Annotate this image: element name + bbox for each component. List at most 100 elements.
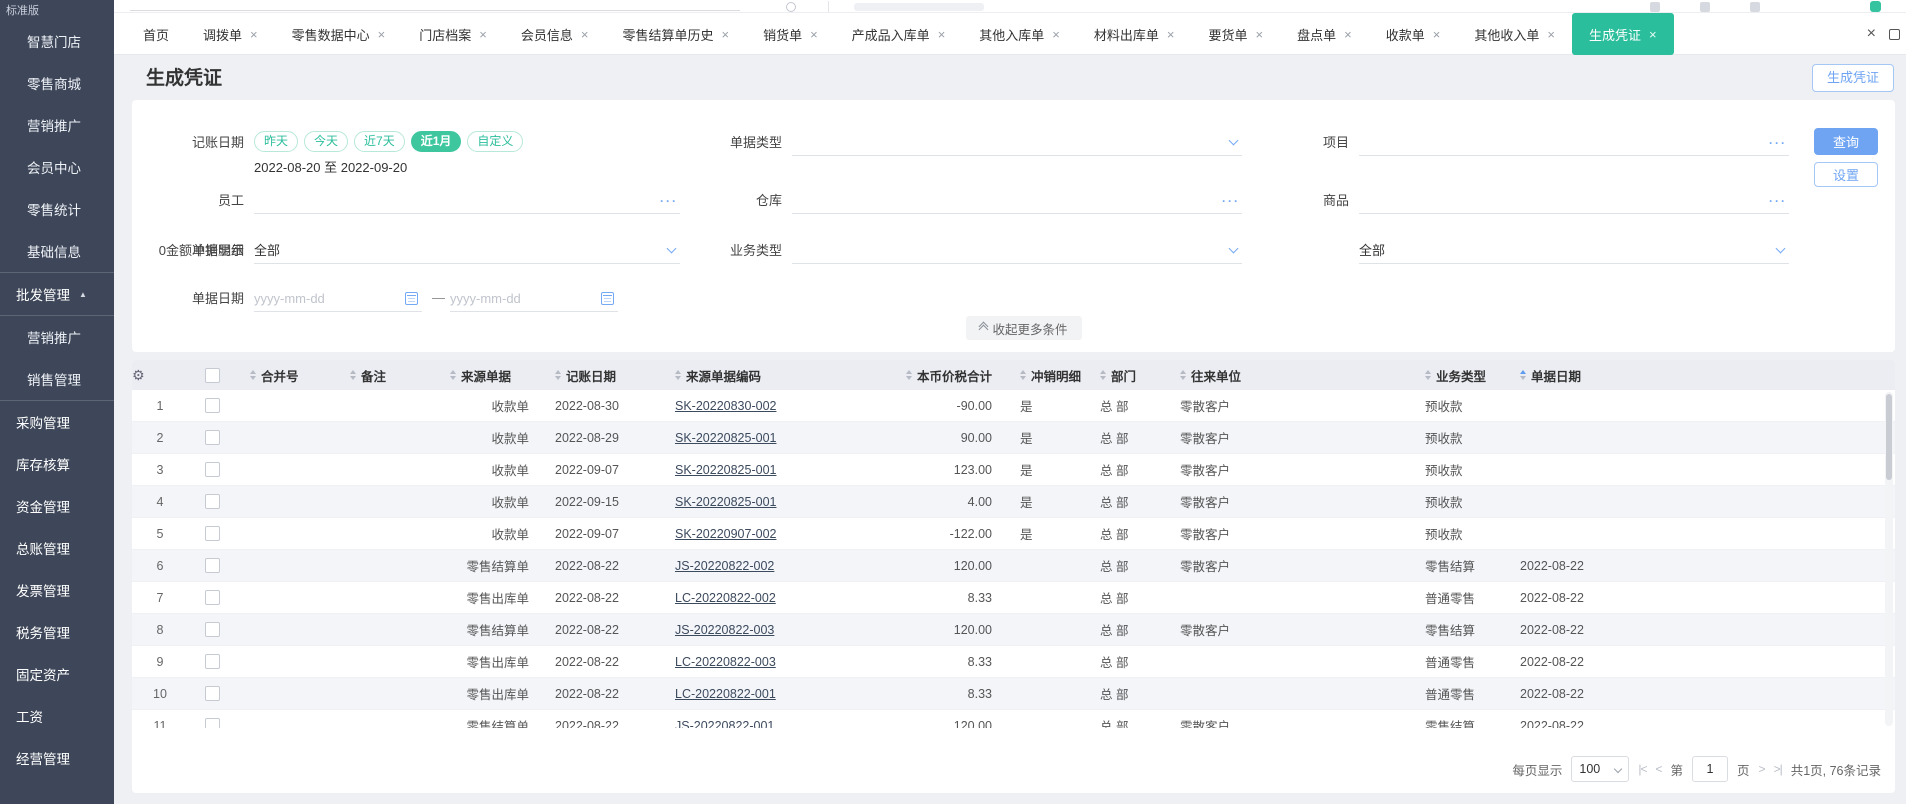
column-header-remark[interactable]: 备注 [336,366,436,385]
sidebar-item-15[interactable]: 税务管理 [0,611,114,653]
row-checkbox[interactable] [204,398,220,413]
row-checkbox[interactable] [204,686,220,701]
source-code-link[interactable]: SK-20220825-001 [675,495,776,509]
table-scrollbar[interactable] [1885,392,1893,726]
next-page-icon[interactable]: > [1759,762,1766,776]
source-code-link[interactable]: JS-20220822-003 [675,623,774,637]
column-header-partner[interactable]: 往来单位 [1166,366,1411,385]
tab-15[interactable]: 生成凭证 × [1571,13,1674,55]
sidebar-item-9[interactable]: 销售管理 [0,358,114,400]
last-page-icon[interactable]: >| [1774,762,1783,776]
tab-close-icon[interactable]: × [250,28,258,41]
zero-amount-select[interactable]: 全部 [1359,238,1789,264]
sort-icon[interactable] [1100,370,1106,380]
sort-icon[interactable] [1520,370,1526,380]
top-menu-fragment[interactable] [854,3,984,11]
column-header-source_code[interactable]: 来源单据编码 [661,366,846,385]
tab-6[interactable]: 零售结算单历史 × [605,13,746,55]
row-checkbox[interactable] [204,494,220,509]
tab-10[interactable]: 材料出库单 × [1077,13,1192,55]
close-all-tabs-icon[interactable]: × [1867,25,1876,43]
sidebar-item-2[interactable]: 零售商城 [0,62,114,104]
tab-close-icon[interactable]: × [1649,28,1657,41]
top-icon-1[interactable] [1650,2,1660,12]
tab-close-icon[interactable]: × [810,28,818,41]
tab-close-icon[interactable]: × [1547,28,1555,41]
sidebar-item-13[interactable]: 总账管理 [0,527,114,569]
sort-icon[interactable] [555,370,561,380]
date-range-pill[interactable]: 近1月 [410,131,462,152]
sidebar-item-1[interactable]: 智慧门店 [0,20,114,62]
tab-5[interactable]: 会员信息 × [504,13,606,55]
sidebar-item-11[interactable]: 库存核算 [0,443,114,485]
tab-close-icon[interactable]: × [721,28,729,41]
table-row[interactable]: 4 收款单 2022-09-15 SK-20220825-001 4.00 是 总 部 零散客… [132,486,1895,518]
date-range-pill[interactable]: 今天 [304,131,349,152]
fullscreen-icon[interactable] [1889,28,1900,40]
column-header-biz_type[interactable]: 业务类型 [1411,366,1506,385]
row-checkbox[interactable] [204,654,220,669]
doc-type-select[interactable] [792,130,1242,156]
employee-lookup[interactable]: ··· [254,188,680,214]
tab-close-icon[interactable]: × [938,28,946,41]
table-row[interactable]: 1 收款单 2022-08-30 SK-20220830-002 -90.00 是 总 部 零… [132,390,1895,422]
sort-icon[interactable] [350,370,356,380]
tab-close-icon[interactable]: × [1433,28,1441,41]
date-range-pill[interactable]: 昨天 [254,131,299,152]
avatar[interactable] [1870,1,1881,12]
sidebar-item-17[interactable]: 工资 [0,695,114,737]
table-row[interactable]: 11 零售结算单 2022-08-22 JS-20220822-001 120.00 总 … [132,710,1895,728]
sidebar-item-18[interactable]: 经营管理 [0,737,114,779]
prev-page-icon[interactable]: < [1656,762,1663,776]
date-range-pill[interactable]: 自定义 [467,131,524,152]
tab-1[interactable]: 首页 [126,13,186,55]
tab-4[interactable]: 门店档案 × [402,13,504,55]
source-code-link[interactable]: JS-20220822-002 [675,559,774,573]
ellipsis-icon[interactable]: ··· [1769,188,1787,214]
project-lookup[interactable]: ··· [1359,130,1789,156]
column-header-source_type[interactable]: 来源单据 [436,366,541,385]
source-code-link[interactable]: SK-20220830-002 [675,399,776,413]
sort-icon[interactable] [250,370,256,380]
row-checkbox[interactable] [204,462,220,477]
sort-icon[interactable] [1425,370,1431,380]
doc-date-end-input[interactable]: yyyy-mm-dd [450,286,618,312]
tab-2[interactable]: 调拨单 × [186,13,275,55]
settings-button[interactable]: 设置 [1814,162,1878,187]
column-header-booking_date[interactable]: 记账日期 [541,366,661,385]
warehouse-lookup[interactable]: ··· [792,188,1242,214]
table-row[interactable]: 6 零售结算单 2022-08-22 JS-20220822-002 120.00 总 部… [132,550,1895,582]
sidebar-item-14[interactable]: 发票管理 [0,569,114,611]
date-range-pill[interactable]: 近7天 [354,131,405,152]
ellipsis-icon[interactable]: ··· [1769,130,1787,156]
tab-close-icon[interactable]: × [1052,28,1060,41]
sidebar-item-5[interactable]: 零售统计 [0,188,114,230]
top-search-underline[interactable] [130,10,740,11]
first-page-icon[interactable]: |< [1638,762,1647,776]
sidebar-item-6[interactable]: 基础信息 [0,230,114,272]
sidebar-item-8[interactable]: 营销推广 [0,316,114,358]
column-header-doc_date[interactable]: 单据日期 [1506,366,1895,385]
sort-icon[interactable] [1180,370,1186,380]
tab-7[interactable]: 销货单 × [746,13,835,55]
writeoff-select[interactable]: 全部 [254,238,680,264]
source-code-link[interactable]: SK-20220825-001 [675,431,776,445]
tab-close-icon[interactable]: × [1344,28,1352,41]
sort-icon[interactable] [675,370,681,380]
tab-3[interactable]: 零售数据中心 × [275,13,403,55]
calendar-icon[interactable] [601,292,614,305]
table-row[interactable]: 10 零售出库单 2022-08-22 LC-20220822-001 8.33 总 部 普… [132,678,1895,710]
page-size-select[interactable]: 100 [1571,756,1630,782]
top-icon-3[interactable] [1750,2,1760,12]
source-code-link[interactable]: LC-20220822-002 [675,591,776,605]
sidebar-item-3[interactable]: 营销推广 [0,104,114,146]
top-icon-2[interactable] [1700,2,1710,12]
collapse-filters-button[interactable]: 收起更多条件 [966,316,1082,340]
tab-close-icon[interactable]: × [1256,28,1264,41]
table-row[interactable]: 9 零售出库单 2022-08-22 LC-20220822-003 8.33 总 部 普通… [132,646,1895,678]
generate-voucher-button[interactable]: 生成凭证 [1812,64,1894,92]
sidebar-item-7[interactable]: 批发管理 ▲ [0,273,114,315]
sort-icon[interactable] [905,370,912,380]
source-code-link[interactable]: LC-20220822-001 [675,687,776,701]
tab-close-icon[interactable]: × [378,28,386,41]
